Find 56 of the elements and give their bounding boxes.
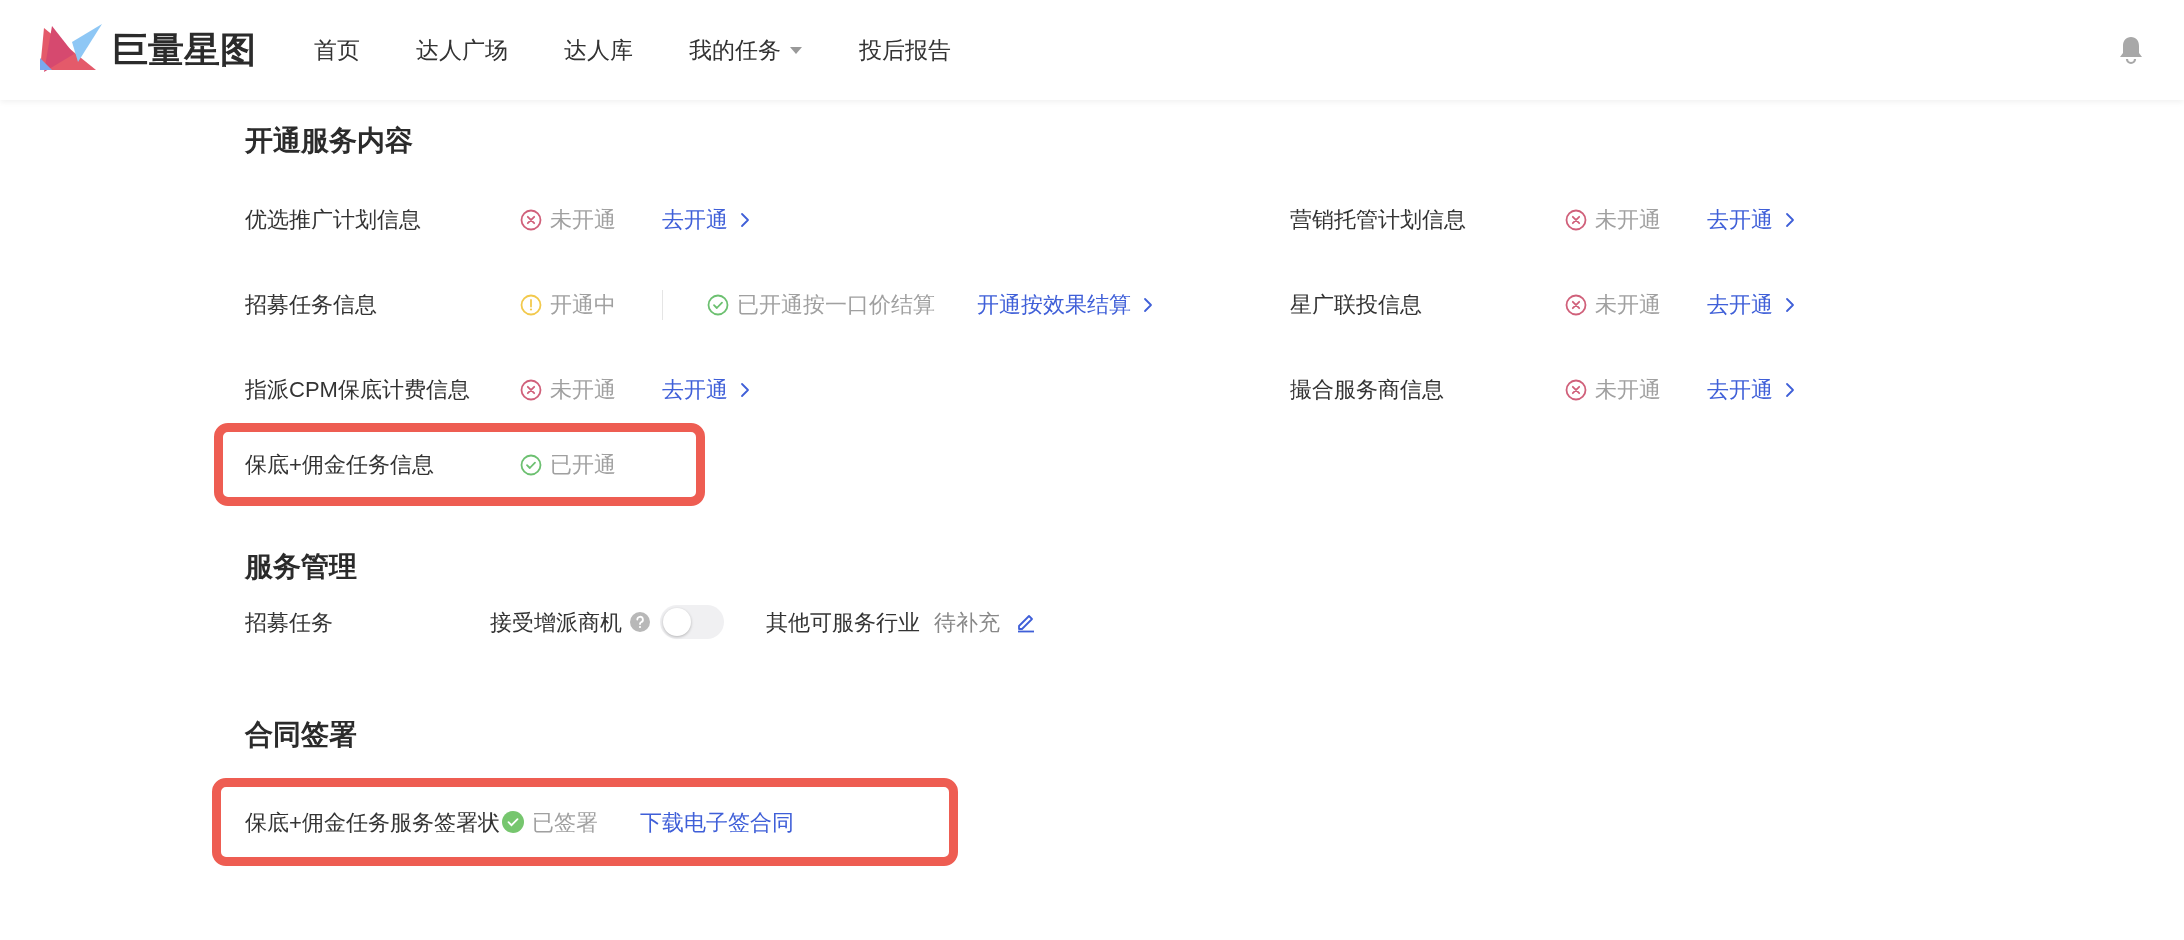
status-text: 未开通: [1595, 291, 1661, 319]
service-label: 优选推广计划信息: [245, 206, 422, 234]
service-label: 营销托管计划信息: [1290, 206, 1467, 234]
error-circle-icon: [1565, 208, 1587, 231]
status-text: 已开通按一口价结算: [737, 291, 935, 319]
service-label: 指派CPM保底计费信息: [245, 376, 471, 404]
nav-item[interactable]: 我的任务: [689, 32, 803, 68]
status-text: 已开通: [550, 451, 616, 479]
check-circle-icon: [707, 293, 729, 316]
service-label: 星广联投信息: [1290, 291, 1423, 319]
activate-link[interactable]: 去开通: [1707, 373, 1795, 406]
chevron-right-icon: [1785, 211, 1795, 228]
activate-link[interactable]: 开通按效果结算: [977, 288, 1153, 321]
chevron-right-icon: [1785, 381, 1795, 398]
nav-item[interactable]: 首页: [314, 32, 360, 68]
industry-value: 待补充: [934, 608, 1000, 637]
status-text: 未开通: [550, 376, 616, 404]
nav-item[interactable]: 达人库: [564, 32, 633, 68]
section-title: 合同签署: [245, 718, 358, 752]
status-text: 未开通: [1595, 206, 1661, 234]
service-label: 保底+佣金任务信息: [245, 451, 435, 479]
status-text: 开通中: [550, 291, 616, 319]
toggle-label: 接受增派商机: [490, 608, 622, 637]
toggle-switch[interactable]: [660, 605, 724, 639]
activate-link[interactable]: 去开通: [1707, 203, 1795, 236]
activate-link[interactable]: 去开通: [662, 373, 750, 406]
bell-icon[interactable]: [2118, 35, 2144, 65]
caret-down-icon: [789, 45, 803, 55]
check-badge-icon: [501, 811, 524, 833]
help-icon: [630, 612, 650, 632]
industry-label: 其他可服务行业: [766, 608, 920, 637]
section-title: 服务管理: [245, 550, 358, 584]
error-circle-icon: [1565, 293, 1587, 316]
chevron-right-icon: [1143, 296, 1153, 313]
download-link[interactable]: 下载电子签合同: [639, 805, 794, 839]
logo-text: 巨量星图: [112, 32, 256, 68]
chevron-right-icon: [740, 381, 750, 398]
nav-item[interactable]: 达人广场: [416, 32, 508, 68]
service-label: 招募任务信息: [245, 291, 378, 319]
warning-circle-icon: [520, 293, 542, 316]
service-label: 撮合服务商信息: [1290, 376, 1445, 404]
error-circle-icon: [1565, 378, 1587, 401]
nav-item[interactable]: 投后报告: [859, 32, 951, 68]
activate-link[interactable]: 去开通: [1707, 288, 1795, 321]
check-circle-icon: [520, 453, 542, 476]
error-circle-icon: [520, 378, 542, 401]
activate-link[interactable]: 去开通: [662, 203, 750, 236]
error-circle-icon: [520, 208, 542, 231]
service-label: 招募任务: [245, 608, 334, 637]
status-text: 未开通: [1595, 376, 1661, 404]
section-title: 开通服务内容: [245, 124, 414, 158]
chevron-right-icon: [1785, 296, 1795, 313]
status-text: 未开通: [550, 206, 616, 234]
status-text: 已签署: [531, 808, 598, 837]
contract-label: 保底+佣金任务服务签署状: [245, 808, 500, 837]
chevron-right-icon: [740, 211, 750, 228]
